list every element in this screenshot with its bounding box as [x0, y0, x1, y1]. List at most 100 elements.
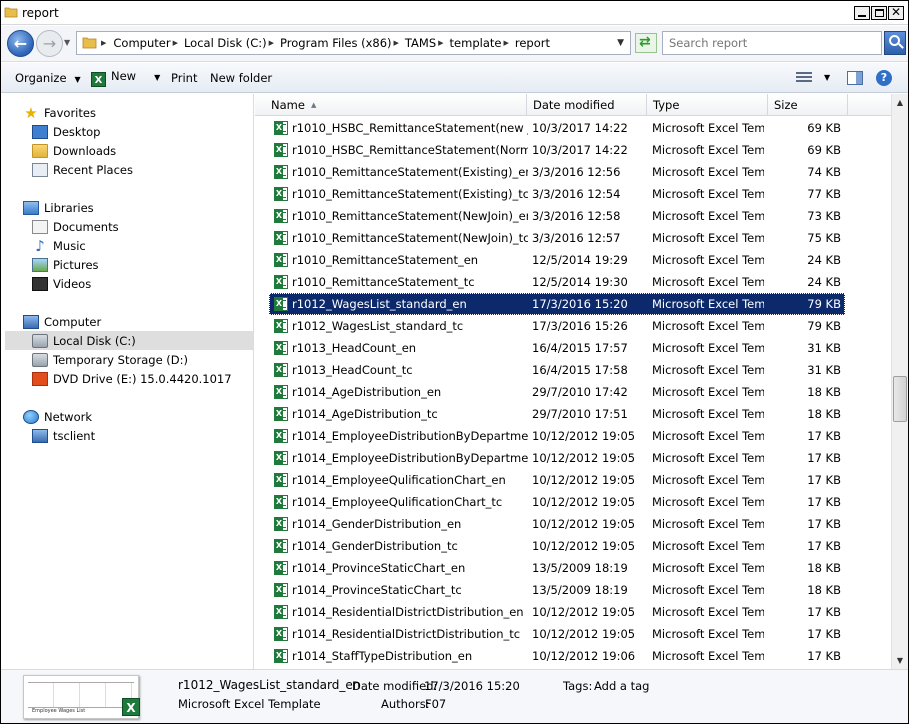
view-options-dropdown[interactable]: ▼	[824, 73, 830, 82]
search-button[interactable]	[884, 31, 906, 55]
sidebar-favorites[interactable]: ★ Favorites	[23, 103, 96, 122]
breadcrumb-root-arrow[interactable]: ▶	[101, 39, 113, 47]
file-row[interactable]: Xr1012_WagesList_standard_tc 17/3/2016 15…	[269, 315, 845, 337]
column-size[interactable]: Size	[768, 94, 848, 116]
file-row[interactable]: Xr1014_EmployeeDistributionByDepartment_…	[269, 447, 845, 469]
scroll-up-arrow-icon[interactable]: ▲	[892, 94, 908, 111]
chevron-right-icon[interactable]: ▶	[269, 39, 274, 47]
refresh-button[interactable]: ⇄	[635, 33, 657, 53]
chevron-right-icon[interactable]: ▶	[394, 39, 399, 47]
file-row[interactable]: Xr1010_RemittanceStatement(NewJoin)_en 3/…	[269, 205, 845, 227]
sidebar-item-downloads[interactable]: Downloads	[32, 141, 116, 160]
file-row[interactable]: Xr1014_EmployeeDistributionByDepartment_…	[269, 425, 845, 447]
file-name: r1010_RemittanceStatement(NewJoin)_en	[292, 209, 528, 223]
file-row[interactable]: Xr1014_GenderDistribution_tc 10/12/2012 1…	[269, 535, 845, 557]
file-row[interactable]: Xr1010_RemittanceStatement(Existing)_en 3…	[269, 161, 845, 183]
sidebar-item-pictures[interactable]: Pictures	[32, 255, 99, 274]
sidebar-item-dvd-drive[interactable]: DVD Drive (E:) 15.0.4420.1017	[32, 369, 232, 388]
sidebar-item-recent-places[interactable]: Recent Places	[32, 160, 133, 179]
breadcrumb-local-disk[interactable]: Local Disk (C:) ▶	[184, 36, 280, 50]
breadcrumb-report[interactable]: report	[515, 36, 550, 50]
close-button[interactable]: ✕	[888, 5, 904, 20]
chevron-right-icon[interactable]: ▶	[173, 39, 178, 47]
file-row[interactable]: Xr1014_ProvinceStaticChart_en 13/5/2009 1…	[269, 557, 845, 579]
chevron-right-icon[interactable]: ▶	[438, 39, 443, 47]
sidebar-network[interactable]: Network	[23, 407, 92, 426]
breadcrumb-computer[interactable]: Computer ▶	[113, 36, 184, 50]
excel-file-icon: X	[274, 561, 288, 575]
file-date-modified: 29/7/2010 17:51	[532, 407, 628, 421]
breadcrumb-template[interactable]: template ▶	[450, 36, 515, 50]
scroll-down-arrow-icon[interactable]: ▼	[892, 652, 908, 669]
drive-icon	[32, 352, 48, 367]
print-button[interactable]: Print	[171, 71, 197, 85]
sidebar-computer[interactable]: Computer	[23, 312, 101, 331]
file-row[interactable]: Xr1010_RemittanceStatement(Existing)_tc 3…	[269, 183, 845, 205]
excel-file-icon: X	[274, 341, 288, 355]
file-type: Microsoft Excel Tem...	[652, 495, 764, 509]
file-row[interactable]: Xr1014_EmployeeQulificationChart_en 10/12…	[269, 469, 845, 491]
details-tags-label: Tags:	[563, 679, 593, 693]
sidebar-item-temporary-storage[interactable]: Temporary Storage (D:)	[32, 350, 188, 369]
file-row[interactable]: Xr1010_HSBC_RemittanceStatement(Normal) 1…	[269, 139, 845, 161]
file-row[interactable]: Xr1014_GenderDistribution_en 10/12/2012 1…	[269, 513, 845, 535]
file-date-modified: 10/12/2012 19:06	[532, 649, 636, 663]
file-row[interactable]: Xr1010_RemittanceStatement_en 12/5/2014 1…	[269, 249, 845, 271]
recent-pages-dropdown[interactable]: ▼	[64, 38, 70, 47]
title-bar[interactable]: report ✕	[1, 1, 908, 25]
preview-pane-icon[interactable]	[847, 71, 863, 85]
scrollbar-thumb[interactable]	[893, 376, 907, 422]
sidebar-item-local-disk[interactable]: Local Disk (C:)	[5, 331, 253, 350]
file-row[interactable]: Xr1014_AgeDistribution_tc 29/7/2010 17:51…	[269, 403, 845, 425]
file-date-modified: 17/3/2016 15:26	[532, 319, 628, 333]
minimize-button[interactable]	[854, 6, 870, 20]
file-row[interactable]: Xr1014_ResidentialDistrictDistribution_e…	[269, 601, 845, 623]
file-row[interactable]: Xr1010_RemittanceStatement_tc 12/5/2014 1…	[269, 271, 845, 293]
file-row[interactable]: Xr1014_ResidentialDistrictDistribution_t…	[269, 623, 845, 645]
sidebar-item-desktop[interactable]: Desktop	[32, 122, 100, 141]
vertical-scrollbar[interactable]: ▲ ▼	[891, 94, 908, 669]
sidebar-item-tsclient[interactable]: tsclient	[32, 426, 95, 445]
add-tag-field[interactable]: Add a tag	[594, 679, 649, 693]
back-button[interactable]: ←	[7, 30, 34, 57]
excel-file-icon: X	[274, 363, 288, 377]
file-row[interactable]: Xr1014_StaffTypeDistribution_en 10/12/201…	[269, 645, 845, 667]
chevron-right-icon[interactable]: ▶	[503, 39, 508, 47]
file-row[interactable]: Xr1013_HeadCount_tc 16/4/2015 17:58 Micros…	[269, 359, 845, 381]
file-row[interactable]: Xr1014_ProvinceStaticChart_tc 13/5/2009 1…	[269, 579, 845, 601]
file-row[interactable]: Xr1010_HSBC_RemittanceStatement(new join…	[269, 117, 845, 139]
file-row[interactable]: Xr1014_AgeDistribution_en 29/7/2010 17:42…	[269, 381, 845, 403]
authors-field[interactable]: F07	[425, 697, 446, 711]
file-row[interactable]: Xr1012_WagesList_standard_en 17/3/2016 15…	[269, 293, 845, 315]
file-date-modified: 3/3/2016 12:57	[532, 231, 621, 245]
change-view-icon[interactable]	[796, 72, 812, 84]
maximize-button[interactable]	[871, 6, 887, 20]
sidebar-item-documents[interactable]: Documents	[32, 217, 119, 236]
organize-button[interactable]: Organize ▼	[15, 71, 81, 85]
file-size: 17 KB	[807, 605, 841, 619]
file-row[interactable]: Xr1014_EmployeeQulificationChart_tc 10/12…	[269, 491, 845, 513]
file-date-modified: 10/12/2012 19:05	[532, 605, 636, 619]
sidebar-item-music[interactable]: ♪ Music	[32, 236, 86, 255]
file-date-modified: 10/12/2012 19:05	[532, 473, 636, 487]
breadcrumb-program-files[interactable]: Program Files (x86) ▶	[280, 36, 405, 50]
sidebar-item-videos[interactable]: Videos	[32, 274, 91, 293]
search-box[interactable]	[662, 31, 882, 55]
new-button[interactable]: X New ▼	[91, 69, 160, 87]
column-name[interactable]: Name ▲	[265, 94, 527, 116]
column-date-modified[interactable]: Date modified	[527, 94, 647, 116]
new-folder-button[interactable]: New folder	[210, 71, 272, 85]
file-row[interactable]: Xr1013_HeadCount_en 16/4/2015 17:57 Micros…	[269, 337, 845, 359]
column-type[interactable]: Type	[647, 94, 768, 116]
file-date-modified: 13/5/2009 18:19	[532, 561, 628, 575]
file-row[interactable]: Xr1010_RemittanceStatement(NewJoin)_tc 3/…	[269, 227, 845, 249]
forward-button[interactable]: →	[36, 30, 63, 57]
search-input[interactable]	[663, 32, 881, 54]
file-name: r1010_RemittanceStatement(Existing)_tc	[292, 187, 528, 201]
address-history-dropdown[interactable]: ▼	[617, 38, 624, 48]
file-size: 17 KB	[807, 627, 841, 641]
address-bar[interactable]: ▶ Computer ▶ Local Disk (C:) ▶ Program Fil…	[76, 31, 631, 55]
help-icon[interactable]: ?	[876, 70, 892, 86]
breadcrumb-tams[interactable]: TAMS ▶	[405, 36, 450, 50]
sidebar-libraries[interactable]: Libraries	[23, 198, 94, 217]
